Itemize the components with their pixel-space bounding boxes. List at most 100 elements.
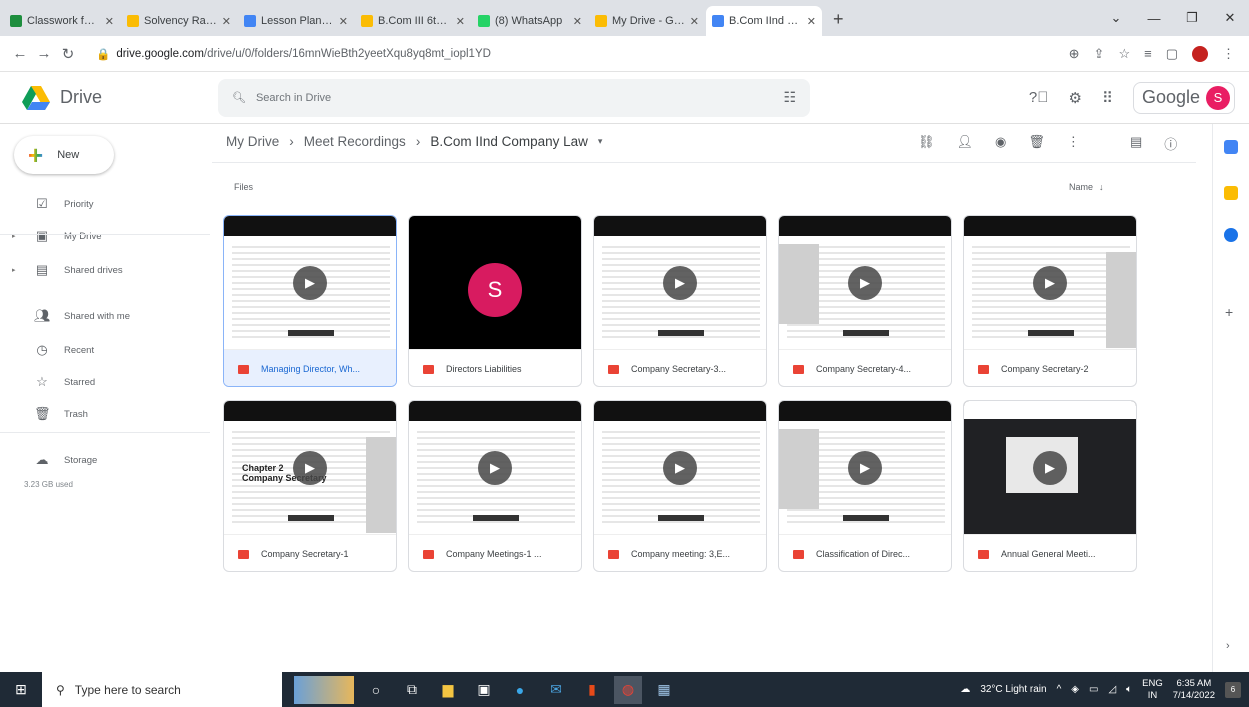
zoom-icon[interactable]: ⊕: [1069, 46, 1080, 62]
browser-tab[interactable]: (8) WhatsApp ✕: [472, 6, 588, 36]
calendar-icon[interactable]: [1224, 140, 1238, 154]
tray-chevron-icon[interactable]: ^: [1057, 684, 1062, 695]
file-thumbnail[interactable]: ▶: [594, 401, 766, 534]
file-thumbnail[interactable]: S: [409, 216, 581, 349]
browser-tab[interactable]: Classwork for B. ✕: [4, 6, 120, 36]
close-tab-icon[interactable]: ✕: [456, 15, 465, 28]
info-icon[interactable]: ⓘ: [1164, 134, 1177, 153]
weather-icon[interactable]: ☁: [960, 684, 970, 695]
browser-tab[interactable]: My Drive - Goo ✕: [589, 6, 705, 36]
file-label[interactable]: Classification of Direc...: [779, 534, 951, 571]
file-label[interactable]: Company Secretary-4...: [779, 349, 951, 386]
file-card[interactable]: ▶ Annual General Meeti...: [963, 400, 1137, 572]
search-input[interactable]: 🔍︎ Search in Drive ☷: [218, 78, 810, 117]
browser-tab[interactable]: Solvency Ratio - ✕: [121, 6, 237, 36]
sidebar-item-shared-drives[interactable]: ▸ ▤ Shared drives: [12, 262, 123, 278]
file-explorer-icon[interactable]: ▆: [434, 676, 462, 704]
file-thumbnail[interactable]: Chapter 2 Company Secretary ▶: [224, 401, 396, 534]
close-tab-icon[interactable]: ✕: [105, 15, 114, 28]
weather-text[interactable]: 32°C Light rain: [980, 684, 1046, 695]
close-tab-icon[interactable]: ✕: [573, 15, 582, 28]
file-label[interactable]: Annual General Meeti...: [964, 534, 1136, 571]
sidebar-item-starred[interactable]: ☆ Starred: [12, 374, 95, 390]
forward-icon[interactable]: →: [32, 45, 56, 62]
sort-control[interactable]: Name ↓: [1069, 182, 1104, 192]
dropdown-arrow-icon[interactable]: ▾: [598, 136, 603, 147]
link-icon[interactable]: ⛓: [918, 134, 935, 150]
add-addon-icon[interactable]: +: [1225, 304, 1233, 320]
file-thumbnail[interactable]: ▶: [964, 401, 1136, 534]
sidebar-item-storage[interactable]: ☁ Storage: [12, 452, 98, 468]
share-icon[interactable]: ⇪: [1094, 46, 1105, 62]
more-vert-icon[interactable]: ⋮: [1067, 134, 1080, 150]
help-icon[interactable]: ?⃝: [1029, 89, 1049, 106]
news-widget-icon[interactable]: [294, 675, 354, 704]
sidebar-item-priority[interactable]: ☑ Priority: [12, 196, 93, 212]
edge-icon[interactable]: ●: [506, 676, 534, 704]
close-window-icon[interactable]: ✕: [1211, 10, 1249, 26]
minimize-icon[interactable]: —: [1135, 11, 1173, 26]
browser-tab[interactable]: Lesson Plan Mer ✕: [238, 6, 354, 36]
battery-icon[interactable]: ▭: [1089, 684, 1098, 695]
file-label[interactable]: Company Secretary-3...: [594, 349, 766, 386]
file-card[interactable]: ▶ Company Secretary-3...: [593, 215, 767, 387]
file-card[interactable]: ▶ Company Secretary-2: [963, 215, 1137, 387]
tasks-icon[interactable]: [1224, 228, 1238, 242]
profile-icon[interactable]: [1192, 45, 1208, 62]
file-label[interactable]: Managing Director, Wh...: [224, 349, 396, 386]
file-card[interactable]: ▶ Company meeting: 3,E...: [593, 400, 767, 572]
file-label[interactable]: Company Secretary-2: [964, 349, 1136, 386]
restore-icon[interactable]: ❐: [1173, 10, 1211, 26]
breadcrumb-my-drive[interactable]: My Drive: [226, 134, 279, 149]
menu-icon[interactable]: ⋮: [1222, 46, 1235, 62]
file-label[interactable]: Company meeting: 3,E...: [594, 534, 766, 571]
file-label[interactable]: Company Secretary-1: [224, 534, 396, 571]
list-view-icon[interactable]: ▤: [1130, 134, 1142, 153]
file-thumbnail[interactable]: ▶: [964, 216, 1136, 349]
new-tab-button[interactable]: +: [823, 9, 854, 36]
search-options-icon[interactable]: ☷: [783, 89, 796, 106]
network-icon[interactable]: ◈: [1071, 684, 1079, 695]
drive-logo[interactable]: Drive: [0, 85, 210, 110]
file-thumbnail[interactable]: ▶: [779, 216, 951, 349]
cortana-icon[interactable]: ○: [362, 676, 390, 704]
expand-arrow-icon[interactable]: ▸: [12, 266, 20, 274]
settings-gear-icon[interactable]: ⚙: [1069, 89, 1082, 107]
file-label[interactable]: Company Meetings-1 ...: [409, 534, 581, 571]
apps-grid-icon[interactable]: ⠿: [1102, 89, 1113, 107]
file-thumbnail[interactable]: ▶: [409, 401, 581, 534]
browser-tab[interactable]: B.Com IInd Com ✕: [706, 6, 822, 36]
avatar[interactable]: S: [1206, 85, 1230, 110]
wifi-icon[interactable]: ◿: [1108, 684, 1116, 695]
close-tab-icon[interactable]: ✕: [807, 15, 816, 28]
file-card[interactable]: ▶ Company Meetings-1 ...: [408, 400, 582, 572]
notification-icon[interactable]: 6: [1225, 681, 1241, 698]
breadcrumb-meet-recordings[interactable]: Meet Recordings: [304, 134, 406, 149]
account-chip[interactable]: Google S: [1132, 81, 1235, 114]
sidebar-icon[interactable]: ▢: [1166, 46, 1178, 62]
windows-start-icon[interactable]: ⊞: [0, 681, 42, 698]
preview-eye-icon[interactable]: ◉: [995, 134, 1006, 150]
close-tab-icon[interactable]: ✕: [222, 15, 231, 28]
task-view-icon[interactable]: ⧉: [398, 676, 426, 704]
app-icon[interactable]: ▦: [650, 676, 678, 704]
store-icon[interactable]: ▣: [470, 676, 498, 704]
file-card[interactable]: Chapter 2 Company Secretary ▶ Company Secre…: [223, 400, 397, 572]
sidebar-item-trash[interactable]: 🗑︎ Trash: [12, 406, 88, 422]
chrome-icon[interactable]: ◍: [614, 675, 642, 704]
sidebar-item-my-drive[interactable]: ▸ ▣ My Drive: [12, 228, 101, 244]
share-person-icon[interactable]: 👤︎: [957, 134, 974, 150]
file-card[interactable]: ▶ Classification of Direc...: [778, 400, 952, 572]
file-thumbnail[interactable]: ▶: [594, 216, 766, 349]
bookmark-star-icon[interactable]: ☆: [1118, 46, 1130, 62]
file-thumbnail[interactable]: ▶: [224, 216, 396, 349]
file-card[interactable]: S Directors Liabilities: [408, 215, 582, 387]
file-card[interactable]: ▶ Managing Director, Wh...: [223, 215, 397, 387]
chevron-right-icon[interactable]: ›: [1226, 640, 1230, 652]
volume-icon[interactable]: 🔈︎: [1126, 684, 1132, 695]
breadcrumb-current-folder[interactable]: B.Com IInd Company Law: [430, 134, 588, 149]
mail-icon[interactable]: ✉: [542, 676, 570, 704]
reload-icon[interactable]: ↻: [56, 45, 80, 63]
taskbar-search-input[interactable]: ⚲ Type here to search: [42, 672, 282, 707]
browser-tab[interactable]: B.Com III 6th Se ✕: [355, 6, 471, 36]
